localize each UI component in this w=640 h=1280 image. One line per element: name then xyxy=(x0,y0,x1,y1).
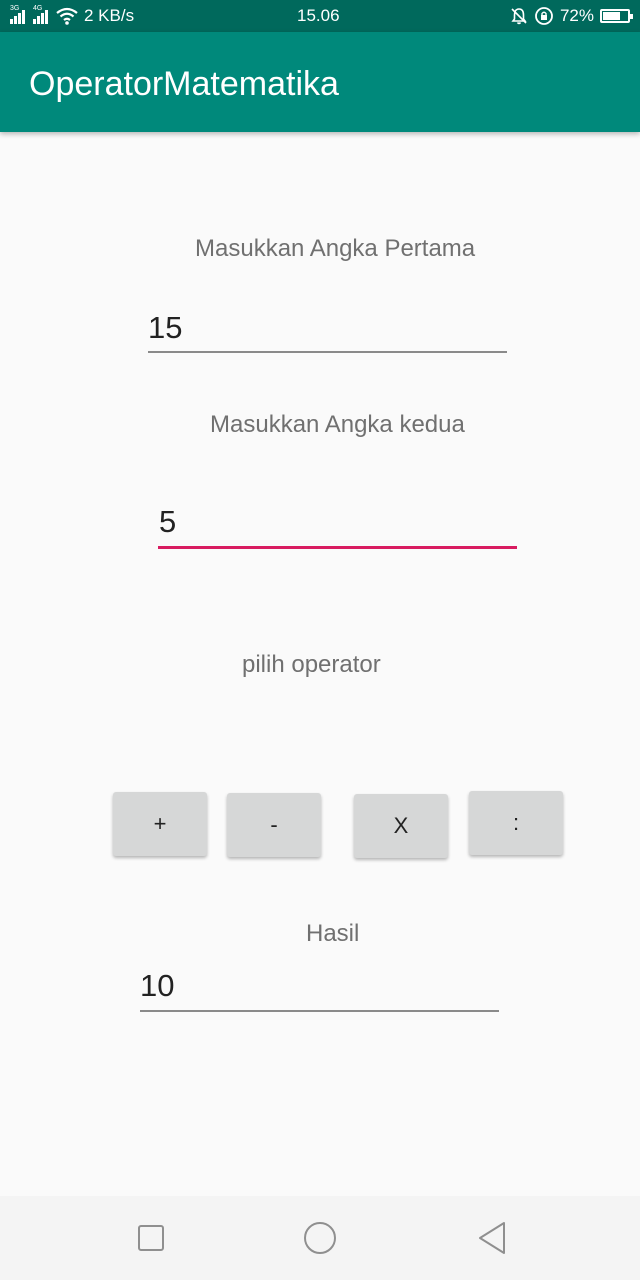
status-time: 15.06 xyxy=(297,6,340,25)
result-label: Hasil xyxy=(306,920,360,947)
battery-level xyxy=(603,12,620,20)
app-bar: OperatorMatematika xyxy=(0,32,640,132)
network-4g-label: 4G xyxy=(33,5,43,12)
navigation-bar xyxy=(0,1196,640,1280)
battery-icon xyxy=(600,9,633,23)
subtract-button[interactable]: - xyxy=(227,793,321,857)
network-3g-label: 3G xyxy=(10,5,20,12)
rotation-lock-icon xyxy=(535,7,553,25)
mute-bell-icon xyxy=(511,8,527,25)
signal-3g-icon: 3G xyxy=(10,5,27,24)
result-field[interactable]: 10 xyxy=(140,968,499,1012)
second-number-label: Masukkan Angka kedua xyxy=(210,411,465,438)
status-bar: 3G 4G 2 KB/s 15.06 72% xyxy=(0,0,640,32)
status-right: 72% xyxy=(510,6,633,26)
back-icon[interactable] xyxy=(472,1218,512,1258)
first-number-label: Masukkan Angka Pertama xyxy=(195,235,476,262)
signal-4g-icon: 4G xyxy=(33,5,50,24)
result-value: 10 xyxy=(140,968,175,1003)
first-number-field[interactable]: 15 xyxy=(148,310,507,353)
second-number-value: 5 xyxy=(159,504,177,539)
status-left: 3G 4G 2 KB/s xyxy=(10,5,135,26)
second-number-field[interactable]: 5 xyxy=(158,504,517,549)
home-icon[interactable] xyxy=(300,1218,340,1258)
wifi-icon xyxy=(56,7,78,25)
divide-button[interactable]: : xyxy=(469,791,563,855)
app-title: OperatorMatematika xyxy=(29,65,339,103)
operator-label: pilih operator xyxy=(242,651,381,678)
battery-percent: 72% xyxy=(559,6,594,25)
net-speed: 2 KB/s xyxy=(84,6,135,25)
add-button[interactable]: + xyxy=(113,792,207,856)
recent-apps-icon[interactable] xyxy=(131,1218,171,1258)
multiply-button[interactable]: X xyxy=(354,794,448,858)
first-number-value: 15 xyxy=(148,310,183,345)
